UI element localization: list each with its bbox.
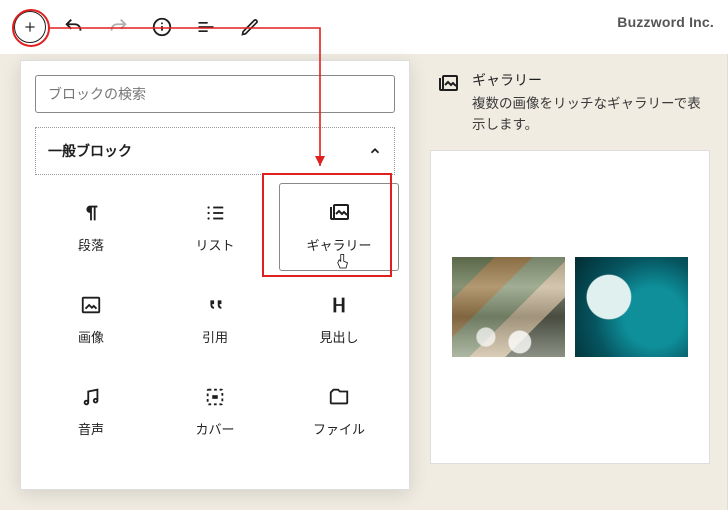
preview-header: ギャラリー 複数の画像をリッチなギャラリーで表示します。 (430, 64, 710, 150)
block-label: 画像 (78, 327, 104, 346)
block-grid-scroll[interactable]: 段落 リスト ギャラリー 画像 (31, 183, 405, 479)
block-grid: 段落 リスト ギャラリー 画像 (31, 183, 399, 455)
block-label: 段落 (78, 235, 104, 254)
redo-icon (107, 16, 129, 38)
gallery-thumb-1 (452, 257, 565, 357)
gallery-icon (327, 201, 351, 225)
plus-circle-icon (14, 11, 46, 43)
gallery-icon (436, 72, 460, 96)
undo-button[interactable] (56, 9, 92, 45)
outline-icon (196, 17, 216, 37)
block-label: 見出し (319, 327, 358, 346)
brand-label: Buzzword Inc. (617, 14, 714, 30)
preview-title: ギャラリー (472, 70, 704, 90)
quote-icon (204, 293, 226, 317)
search-wrap (21, 61, 409, 123)
undo-icon (63, 16, 85, 38)
section-title: 一般ブロック (48, 141, 132, 161)
gallery-preview-box (430, 150, 710, 464)
chevron-up-icon (368, 144, 382, 158)
edit-button[interactable] (232, 9, 268, 45)
block-label: ファイル (313, 419, 365, 438)
block-label: リスト (195, 235, 234, 254)
block-label: 音声 (78, 419, 104, 438)
block-label: カバー (195, 419, 234, 438)
pointer-cursor-icon (334, 252, 352, 272)
block-file[interactable]: ファイル (279, 367, 399, 455)
preview-description: 複数の画像をリッチなギャラリーで表示します。 (472, 94, 704, 136)
block-label: ギャラリー (306, 235, 371, 254)
block-search-input[interactable] (35, 75, 395, 113)
paragraph-icon (80, 201, 102, 225)
section-common-blocks[interactable]: 一般ブロック (35, 127, 395, 175)
block-audio[interactable]: 音声 (31, 367, 151, 455)
redo-button[interactable] (100, 9, 136, 45)
pencil-icon (240, 17, 260, 37)
block-inserter-panel: 一般ブロック 段落 リスト ギャラリー (20, 60, 410, 490)
add-block-button[interactable] (12, 9, 48, 45)
block-image[interactable]: 画像 (31, 275, 151, 363)
block-preview-panel: ギャラリー 複数の画像をリッチなギャラリーで表示します。 (430, 64, 710, 464)
info-icon (151, 16, 173, 38)
block-paragraph[interactable]: 段落 (31, 183, 151, 271)
gallery-thumb-2 (575, 257, 688, 357)
list-icon (204, 201, 226, 225)
heading-icon (328, 293, 350, 317)
audio-icon (80, 385, 102, 409)
block-cover[interactable]: カバー (155, 367, 275, 455)
image-icon (80, 293, 102, 317)
block-quote[interactable]: 引用 (155, 275, 275, 363)
block-list[interactable]: リスト (155, 183, 275, 271)
cover-icon (204, 385, 226, 409)
block-heading[interactable]: 見出し (279, 275, 399, 363)
file-icon (328, 385, 350, 409)
block-label: 引用 (202, 327, 228, 346)
info-button[interactable] (144, 9, 180, 45)
gallery-thumbnails (452, 257, 688, 357)
outline-button[interactable] (188, 9, 224, 45)
